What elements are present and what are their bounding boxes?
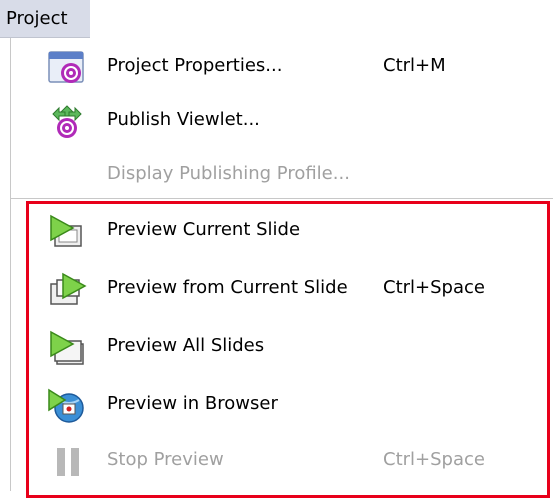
menu-item-publish-viewlet[interactable]: Publish Viewlet...: [11, 96, 531, 146]
menu-item-stop-preview: Stop Preview Ctrl+Space: [11, 436, 531, 486]
menu-item-label: Display Publishing Profile...: [107, 163, 350, 184]
menu-item-preview-current-slide[interactable]: Preview Current Slide: [11, 206, 531, 256]
menu-item-label: Project Properties...: [107, 55, 283, 76]
menu-item-label: Preview All Slides: [107, 335, 265, 356]
preview-all-slides-icon: [50, 330, 84, 365]
shortcut-label: Ctrl+Space: [383, 449, 485, 470]
menu-item-preview-in-browser[interactable]: Preview in Browser: [11, 380, 531, 430]
menu-item-label: Preview in Browser: [107, 393, 278, 414]
preview-current-slide-icon: [50, 214, 82, 247]
menu-item-label: Preview from Current Slide: [107, 277, 348, 298]
menu-item-label: Publish Viewlet...: [107, 109, 260, 130]
menu-item-display-publishing-profile: Display Publishing Profile...: [11, 150, 531, 200]
publish-viewlet-icon: [52, 105, 82, 138]
project-properties-icon: [48, 51, 84, 83]
menu-item-preview-from-current-slide[interactable]: Preview from Current Slide Ctrl+Space: [11, 264, 531, 314]
menu-item-preview-all-slides[interactable]: Preview All Slides: [11, 322, 531, 372]
shortcut-label: Ctrl+M: [383, 55, 446, 76]
project-menu-dropdown: Project Properties... Ctrl+M Publish Vie…: [10, 38, 553, 498]
preview-from-current-slide-icon: [50, 272, 87, 305]
menu-item-project-properties[interactable]: Project Properties... Ctrl+M: [11, 42, 531, 92]
pause-icon: [57, 448, 79, 476]
menu-item-label: Stop Preview: [107, 449, 224, 470]
menu-separator: [11, 198, 553, 199]
shortcut-label: Ctrl+Space: [383, 277, 485, 298]
menu-title-project[interactable]: Project: [0, 0, 90, 38]
preview-in-browser-icon: [48, 388, 84, 423]
menu-item-label: Preview Current Slide: [107, 219, 301, 240]
